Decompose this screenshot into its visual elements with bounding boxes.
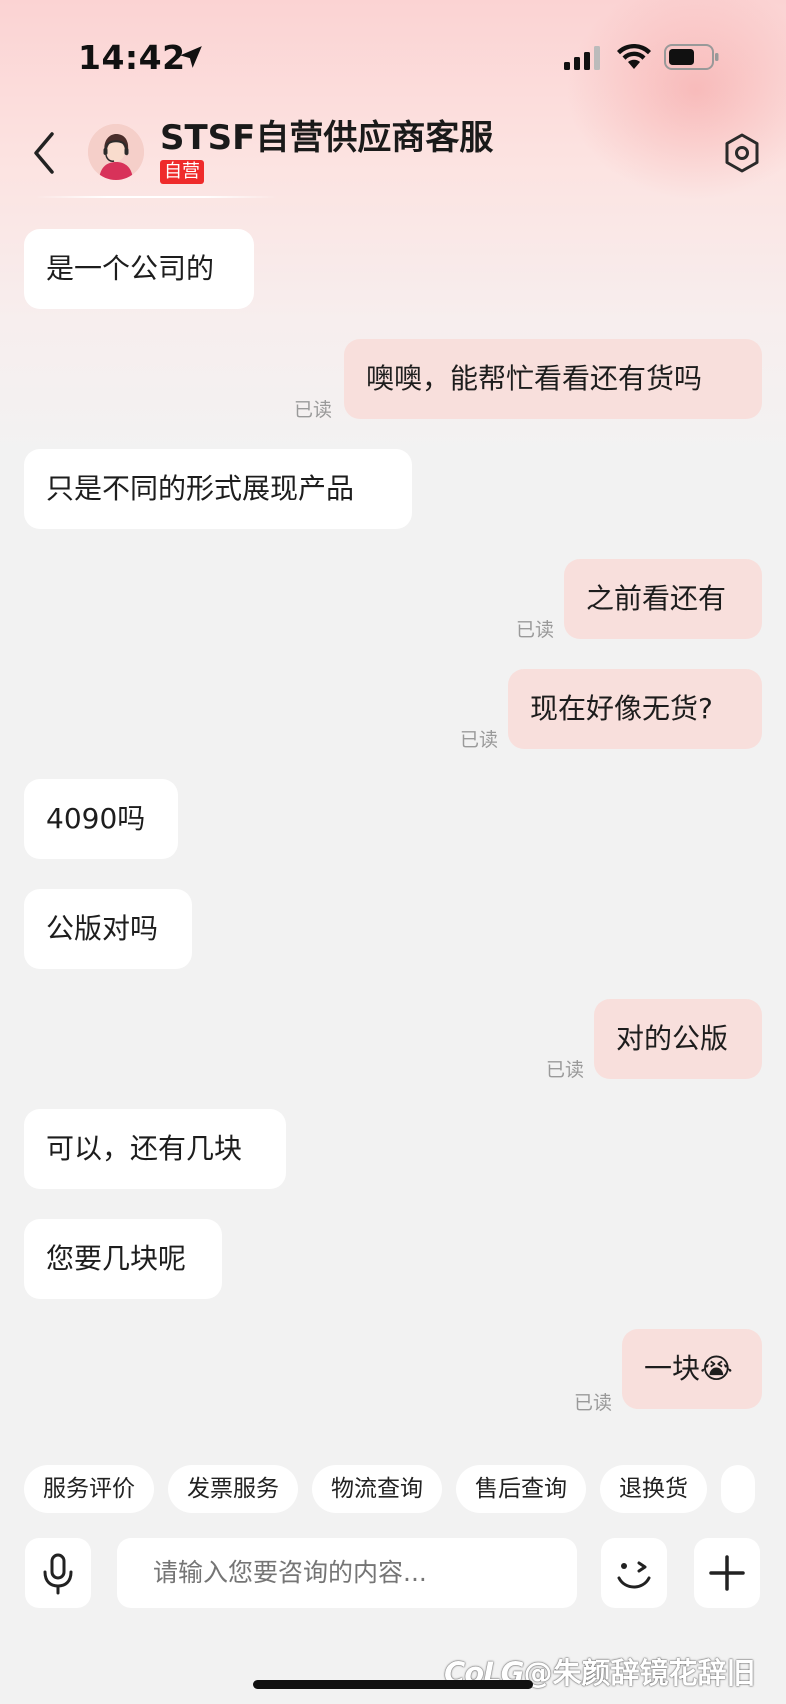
read-receipt: 已读 — [460, 729, 499, 751]
back-arrow-icon[interactable] — [30, 130, 60, 176]
battery-icon — [664, 44, 719, 70]
quick-action-more[interactable] — [721, 1465, 755, 1513]
message-bubble-incoming[interactable]: 4090吗 — [24, 779, 178, 859]
quick-action-invoice[interactable]: 发票服务 — [168, 1465, 298, 1513]
read-receipt: 已读 — [574, 1392, 613, 1414]
input-bar — [0, 1538, 786, 1612]
read-receipt: 已读 — [546, 1059, 585, 1081]
quick-action-bar: 服务评价 发票服务 物流查询 售后查询 退换货 — [24, 1465, 786, 1513]
message-bubble-outgoing[interactable]: 噢噢，能帮忙看看还有货吗 — [344, 339, 762, 419]
message-bubble-outgoing[interactable]: 对的公版 — [594, 999, 762, 1079]
message-bubble-incoming[interactable]: 您要几块呢 — [24, 1219, 222, 1299]
quick-action-service-rating[interactable]: 服务评价 — [24, 1465, 154, 1513]
message-bubble-outgoing[interactable]: 一块😭 — [622, 1329, 762, 1409]
header-divider — [34, 196, 278, 198]
message-bubble-incoming[interactable]: 是一个公司的 — [24, 229, 254, 309]
read-receipt: 已读 — [294, 399, 333, 421]
customer-service-avatar-icon — [88, 124, 144, 180]
wifi-icon — [617, 43, 651, 69]
self-operated-badge: 自营 — [160, 160, 204, 184]
location-arrow-icon — [180, 46, 202, 68]
status-time: 14:42 — [78, 38, 186, 77]
settings-hexagon-icon[interactable] — [722, 132, 762, 174]
message-bubble-incoming[interactable]: 可以，还有几块 — [24, 1109, 286, 1189]
quick-action-logistics[interactable]: 物流查询 — [312, 1465, 442, 1513]
message-bubble-outgoing[interactable]: 现在好像无货? — [508, 669, 762, 749]
microphone-icon — [43, 1553, 73, 1595]
message-bubble-incoming[interactable]: 公版对吗 — [24, 889, 192, 969]
agent-avatar[interactable] — [88, 124, 144, 180]
message-bubble-outgoing[interactable]: 之前看还有 — [564, 559, 762, 639]
voice-input-button[interactable] — [25, 1538, 91, 1608]
message-bubble-incoming[interactable]: 只是不同的形式展现产品 — [24, 449, 412, 529]
home-indicator — [253, 1680, 533, 1689]
watermark-text: @朱颜辞镜花辞旧 — [523, 1656, 756, 1690]
chat-header: STSF自营供应商客服 自营 — [0, 110, 786, 200]
more-options-button[interactable] — [694, 1538, 760, 1608]
status-bar: 14:42 — [0, 0, 786, 110]
quick-action-after-sales[interactable]: 售后查询 — [456, 1465, 586, 1513]
cellular-signal-icon — [564, 46, 600, 70]
wink-emoji-icon — [617, 1561, 651, 1589]
emoji-button[interactable] — [601, 1538, 667, 1608]
read-receipt: 已读 — [516, 619, 555, 641]
message-input[interactable] — [117, 1538, 577, 1608]
plus-icon — [709, 1555, 745, 1591]
quick-action-return-exchange[interactable]: 退换货 — [600, 1465, 707, 1513]
chat-title: STSF自营供应商客服 — [160, 118, 494, 158]
